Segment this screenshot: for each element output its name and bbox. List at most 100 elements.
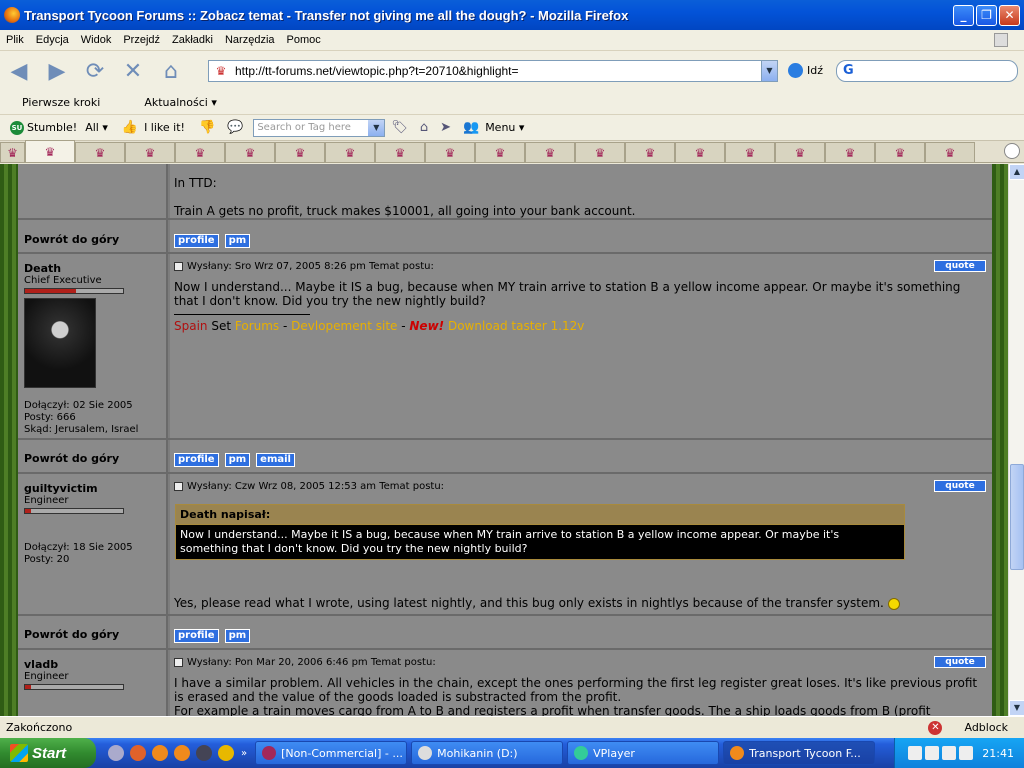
- signature-link-spain[interactable]: Spain: [174, 319, 208, 333]
- tab-4[interactable]: ♛: [125, 142, 175, 162]
- thumbs-down-icon[interactable]: 👎: [199, 120, 215, 135]
- scroll-thumb[interactable]: [1010, 464, 1024, 570]
- go-button[interactable]: Idź: [788, 63, 823, 78]
- menu-edit[interactable]: Edycja: [30, 34, 75, 46]
- tab-16[interactable]: ♛: [725, 142, 775, 162]
- quicklaunch-firefox-icon[interactable]: [152, 745, 168, 761]
- tab-19[interactable]: ♛: [875, 142, 925, 162]
- stumble-search-dropdown-icon[interactable]: ▼: [368, 119, 385, 136]
- minimize-button[interactable]: _: [953, 4, 974, 26]
- tray-icon[interactable]: [959, 746, 974, 760]
- tab-18[interactable]: ♛: [825, 142, 875, 162]
- signature-link-dev-site[interactable]: Devlopement site: [291, 319, 397, 333]
- quicklaunch-firefox2-icon[interactable]: [174, 745, 190, 761]
- taskbar-item-noncommercial[interactable]: [Non-Commercial] - ...: [255, 741, 408, 765]
- tab-14[interactable]: ♛: [625, 142, 675, 162]
- tab-2-active[interactable]: ♛: [25, 140, 75, 162]
- tab-17[interactable]: ♛: [775, 142, 825, 162]
- back-to-top-link[interactable]: Powrót do góry: [24, 452, 119, 465]
- reload-icon[interactable]: ⟳: [81, 57, 109, 85]
- taskbar-item-vplayer[interactable]: VPlayer: [567, 741, 720, 765]
- url-bar[interactable]: ♛ http://tt-forums.net/viewtopic.php?t=2…: [208, 60, 778, 82]
- maximize-button[interactable]: ❐: [976, 4, 997, 26]
- system-tray: 21:41: [894, 738, 1024, 768]
- tab-7[interactable]: ♛: [275, 142, 325, 162]
- quote-button[interactable]: quote: [934, 260, 986, 272]
- url-text[interactable]: http://tt-forums.net/viewtopic.php?t=207…: [235, 64, 761, 78]
- tray-icon[interactable]: [908, 746, 923, 760]
- search-input[interactable]: G: [836, 60, 1018, 82]
- tab-15[interactable]: ♛: [675, 142, 725, 162]
- close-button[interactable]: ✕: [999, 4, 1020, 26]
- scroll-down-icon[interactable]: ▼: [1009, 700, 1024, 716]
- author-name[interactable]: guiltyvictim: [24, 482, 160, 495]
- friends-icon[interactable]: 👥: [463, 120, 479, 135]
- tab-13[interactable]: ♛: [575, 142, 625, 162]
- menu-bookmarks[interactable]: Zakładki: [166, 34, 219, 46]
- email-button[interactable]: email: [256, 453, 295, 467]
- tab-5[interactable]: ♛: [175, 142, 225, 162]
- pm-button[interactable]: pm: [224, 453, 251, 467]
- forward-icon[interactable]: ▶: [43, 57, 71, 85]
- back-to-top-link[interactable]: Powrót do góry: [24, 628, 119, 641]
- menu-file[interactable]: Plik: [0, 34, 30, 46]
- taskbar-item-firefox[interactable]: Transport Tycoon F...: [723, 741, 876, 765]
- taskbar-item-mohikanin[interactable]: Mohikanin (D:): [411, 741, 564, 765]
- tag-icon[interactable]: 🏷: [391, 120, 408, 135]
- signature-link-forums[interactable]: Forums: [235, 319, 279, 333]
- like-button[interactable]: I like it!: [144, 121, 185, 134]
- stop-icon[interactable]: ✕: [119, 57, 147, 85]
- signature-link-download[interactable]: Download taster 1.12v: [444, 319, 584, 333]
- tab-8[interactable]: ♛: [325, 142, 375, 162]
- profile-button[interactable]: profile: [174, 234, 219, 248]
- url-dropdown-icon[interactable]: ▼: [761, 61, 777, 81]
- quicklaunch-app-icon[interactable]: [130, 745, 146, 761]
- adblock-stop-icon[interactable]: ✕: [928, 720, 943, 735]
- tab-11[interactable]: ♛: [475, 142, 525, 162]
- pm-button[interactable]: pm: [224, 234, 251, 248]
- pm-button[interactable]: pm: [224, 629, 251, 643]
- clock[interactable]: 21:41: [982, 747, 1014, 760]
- share-icon[interactable]: ➤: [440, 120, 451, 135]
- menu-dropdown[interactable]: Menu ▾: [485, 121, 524, 134]
- menu-go[interactable]: Przejdź: [117, 34, 166, 46]
- quicklaunch-tool-icon[interactable]: [218, 745, 234, 761]
- quicklaunch-ie-icon[interactable]: [108, 745, 124, 761]
- tab-1[interactable]: ♛: [0, 142, 25, 162]
- author-name[interactable]: Death: [24, 262, 160, 275]
- quote-button[interactable]: quote: [934, 656, 986, 668]
- bookmark-news[interactable]: Aktualności ▾: [122, 96, 217, 109]
- profile-button[interactable]: profile: [174, 453, 219, 467]
- quicklaunch-more-icon[interactable]: »: [241, 748, 247, 759]
- menu-help[interactable]: Pomoc: [281, 34, 327, 46]
- tab-9[interactable]: ♛: [375, 142, 425, 162]
- tray-icon[interactable]: [925, 746, 940, 760]
- thumbs-up-icon[interactable]: 👍: [122, 120, 138, 135]
- tab-12[interactable]: ♛: [525, 142, 575, 162]
- adblock-label[interactable]: Adblock: [964, 721, 1008, 734]
- menu-view[interactable]: Widok: [75, 34, 118, 46]
- quicklaunch-media-icon[interactable]: [196, 745, 212, 761]
- stumble-search-input[interactable]: Search or Tag here ▼: [253, 118, 386, 137]
- scroll-up-icon[interactable]: ▲: [1009, 164, 1024, 180]
- menu-tools[interactable]: Narzędzia: [219, 34, 281, 46]
- vertical-scrollbar[interactable]: ▲ ▼: [1008, 164, 1024, 716]
- tab-20[interactable]: ♛: [925, 142, 975, 162]
- quote-button[interactable]: quote: [934, 480, 986, 492]
- start-button[interactable]: Start: [0, 738, 96, 768]
- comment-icon[interactable]: 💬: [227, 120, 243, 135]
- profile-button[interactable]: profile: [174, 629, 219, 643]
- back-icon[interactable]: ◀: [5, 57, 33, 85]
- home-stumble-icon[interactable]: ⌂: [420, 120, 428, 135]
- stumble-button[interactable]: Stumble!: [27, 121, 77, 134]
- back-to-top-link[interactable]: Powrót do góry: [24, 233, 119, 246]
- close-tab-icon[interactable]: [1004, 143, 1020, 159]
- tab-10[interactable]: ♛: [425, 142, 475, 162]
- all-dropdown[interactable]: All ▾: [85, 121, 108, 134]
- tab-6[interactable]: ♛: [225, 142, 275, 162]
- tab-3[interactable]: ♛: [75, 142, 125, 162]
- tray-icon[interactable]: [942, 746, 957, 760]
- bookmark-first-steps[interactable]: Pierwsze kroki: [22, 96, 100, 109]
- author-name[interactable]: vladb: [24, 658, 160, 671]
- home-icon[interactable]: ⌂: [157, 57, 185, 85]
